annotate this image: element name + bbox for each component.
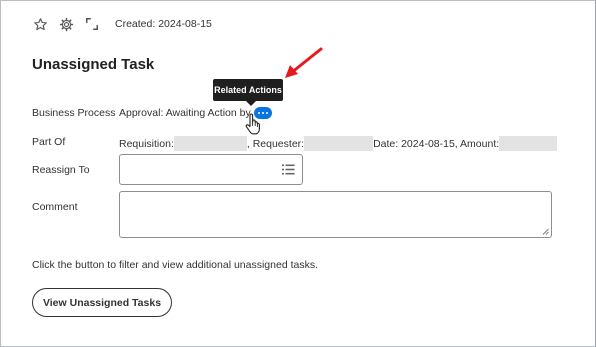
created-date: Created: 2024-08-15: [115, 18, 212, 30]
view-unassigned-tasks-button[interactable]: View Unassigned Tasks: [32, 288, 172, 317]
redacted-requisition: [173, 136, 247, 151]
related-actions-tooltip: Related Actions: [213, 79, 283, 106]
date-amount-text: Date: 2024-08-15, Amount:: [373, 137, 500, 150]
annotation-arrow: [285, 47, 323, 78]
filter-hint-text: Click the button to filter and view addi…: [32, 259, 318, 271]
gear-icon[interactable]: [57, 15, 75, 33]
task-panel: Created: 2024-08-15 Unassigned Task Rela…: [0, 0, 596, 347]
hand-cursor-icon: [245, 113, 260, 135]
part-of-label: Part Of: [32, 136, 66, 148]
business-process-label: Business Process: [32, 107, 116, 119]
redacted-requester: [304, 136, 374, 151]
page-title: Unassigned Task: [32, 56, 155, 73]
toolbar: Created: 2024-08-15: [31, 15, 212, 33]
reassign-to-input[interactable]: [119, 154, 303, 185]
star-icon[interactable]: [31, 15, 49, 33]
list-icon[interactable]: [282, 164, 295, 175]
reassign-to-label: Reassign To: [32, 164, 90, 176]
redacted-amount: [499, 136, 558, 151]
expand-icon[interactable]: [83, 15, 101, 33]
comment-textarea[interactable]: [119, 191, 552, 238]
comment-label: Comment: [32, 201, 78, 213]
business-process-text: Approval: Awaiting Action by: [119, 107, 251, 119]
resize-handle-icon[interactable]: [542, 228, 549, 235]
requisition-label: Requisition:: [119, 137, 174, 150]
requester-label: , Requester:: [246, 137, 305, 150]
part-of-value: Requisition: , Requester: Date: 2024-08-…: [119, 136, 558, 151]
